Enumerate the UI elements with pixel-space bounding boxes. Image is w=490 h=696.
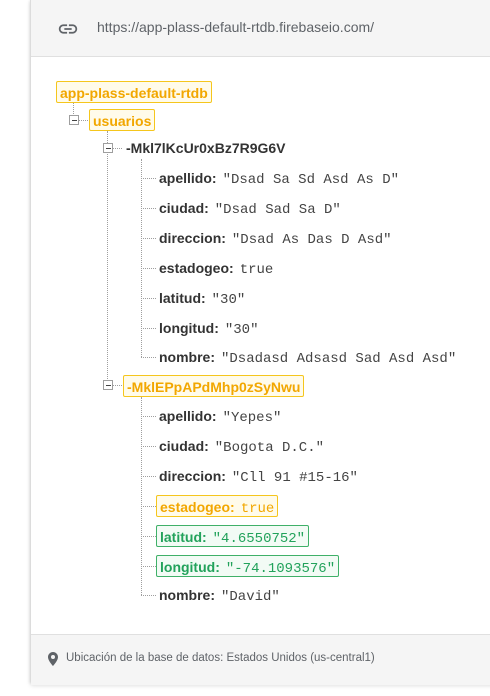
tree-connector — [141, 298, 156, 299]
field-value: "Bogota D.C." — [214, 440, 324, 456]
database-location-text: Ubicación de la base de datos: Estados U… — [66, 652, 375, 664]
field-row[interactable]: apellido: "Yepes" — [156, 405, 284, 427]
tree-connector — [141, 566, 156, 567]
field-key: ciudad: — [159, 438, 209, 454]
field-key: estadogeo: — [159, 260, 234, 276]
location-pin-icon — [48, 652, 58, 666]
collapse-usuarios-toggle[interactable] — [69, 115, 79, 125]
tree-connector — [141, 446, 156, 447]
record-id: -MklEPpAPdMhp0zSyNwu — [127, 379, 301, 395]
field-row[interactable]: ciudad: "Bogota D.C." — [156, 435, 327, 457]
field-row[interactable]: estadogeo: true — [156, 257, 276, 279]
field-key: nombre: — [159, 587, 215, 603]
collapse-record-1-toggle[interactable] — [103, 143, 113, 153]
field-key: latitud: — [159, 290, 206, 306]
field-value: "-74.1093576" — [225, 561, 336, 577]
field-key: apellido: — [159, 408, 217, 424]
field-key: estadogeo: — [160, 499, 235, 515]
tree-connector — [141, 328, 156, 329]
field-key: nombre: — [159, 349, 215, 365]
tree-connector — [107, 131, 108, 385]
tree-connector — [141, 178, 156, 179]
collection-node-label: usuarios — [93, 113, 152, 129]
field-value: "Dsadasd Adsasd Sad Asd Asd" — [221, 351, 457, 367]
field-value: "30" — [211, 292, 246, 308]
link-icon[interactable] — [57, 18, 79, 40]
field-key: latitud: — [160, 529, 207, 545]
url-bar: https://app-plass-default-rtdb.firebasei… — [31, 0, 490, 57]
field-row[interactable]: ciudad: "Dsad Sad Sa D" — [156, 197, 344, 219]
record-node-highlighted[interactable]: -MklEPpAPdMhp0zSyNwu — [123, 375, 305, 397]
field-row[interactable]: nombre: "Dsadasd Adsasd Sad Asd Asd" — [156, 346, 459, 368]
collapse-record-2-toggle[interactable] — [103, 380, 113, 390]
field-value: "David" — [221, 589, 280, 605]
field-row[interactable]: direccion: "Cll 91 #15-16" — [156, 465, 361, 487]
field-row-added[interactable]: latitud: "4.6550752" — [156, 525, 310, 547]
field-value: "Cll 91 #15-16" — [231, 470, 358, 486]
tree-connector — [141, 416, 156, 417]
field-row[interactable]: longitud: "30" — [156, 317, 261, 339]
database-url[interactable]: https://app-plass-default-rtdb.firebasei… — [97, 19, 374, 35]
field-key: ciudad: — [159, 200, 209, 216]
field-key: longitud: — [159, 320, 219, 336]
record-id: -Mkl7lKcUr0xBz7R9G6V — [126, 140, 286, 156]
field-row-added[interactable]: longitud: "-74.1093576" — [156, 555, 340, 577]
field-row[interactable]: nombre: "David" — [156, 584, 283, 606]
field-row[interactable]: latitud: "30" — [156, 287, 248, 309]
root-node-label: app-plass-default-rtdb — [60, 85, 208, 101]
tree-connector — [141, 357, 156, 358]
field-value: "Yepes" — [222, 410, 282, 426]
field-key: direccion: — [159, 468, 226, 484]
tree-connector — [141, 595, 156, 596]
field-row[interactable]: apellido: "Dsad Sa Sd Asd As D" — [156, 167, 402, 189]
tree-connector — [141, 238, 156, 239]
root-node[interactable]: app-plass-default-rtdb — [56, 81, 212, 103]
database-location-footer: Ubicación de la base de datos: Estados U… — [31, 634, 490, 685]
field-row-changed[interactable]: estadogeo: true — [156, 495, 279, 517]
field-value: true — [240, 501, 275, 517]
field-key: apellido: — [159, 170, 217, 186]
field-value: true — [239, 262, 274, 278]
field-value: "Dsad Sad Sa D" — [214, 202, 341, 218]
database-panel: https://app-plass-default-rtdb.firebasei… — [30, 0, 490, 685]
field-key: longitud: — [160, 559, 220, 575]
tree-connector — [141, 208, 156, 209]
tree-connector — [141, 536, 156, 537]
collection-node-usuarios[interactable]: usuarios — [89, 109, 156, 131]
field-value: "Dsad Sa Sd Asd As D" — [222, 172, 399, 188]
field-value: "Dsad As Das D Asd" — [231, 232, 392, 248]
field-row[interactable]: direccion: "Dsad As Das D Asd" — [156, 227, 395, 249]
tree-connector — [141, 476, 156, 477]
record-node[interactable]: -Mkl7lKcUr0xBz7R9G6V — [123, 137, 289, 159]
field-key: direccion: — [159, 230, 226, 246]
field-value: "4.6550752" — [212, 531, 306, 547]
field-value: "30" — [224, 322, 259, 338]
tree-connector — [141, 268, 156, 269]
tree-connector — [141, 506, 156, 507]
data-tree: app-plass-default-rtdb usuarios -Mkl7lKc… — [31, 56, 490, 634]
